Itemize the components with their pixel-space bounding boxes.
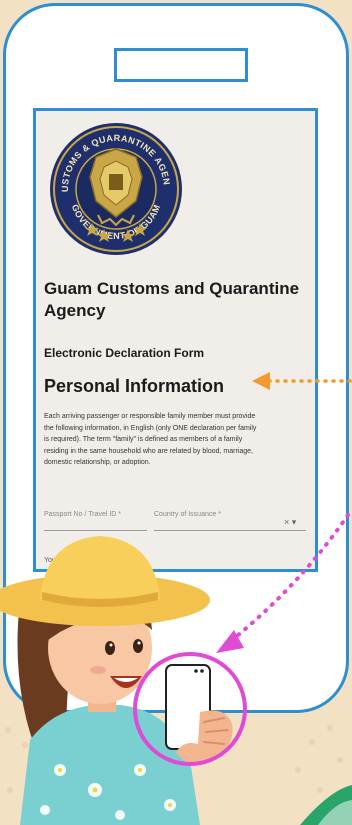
handheld-phone-icon [165, 664, 233, 765]
illustration-overlay [0, 372, 352, 825]
pink-pointer-arrow [216, 513, 350, 653]
orange-pointer-arrow [252, 372, 352, 390]
